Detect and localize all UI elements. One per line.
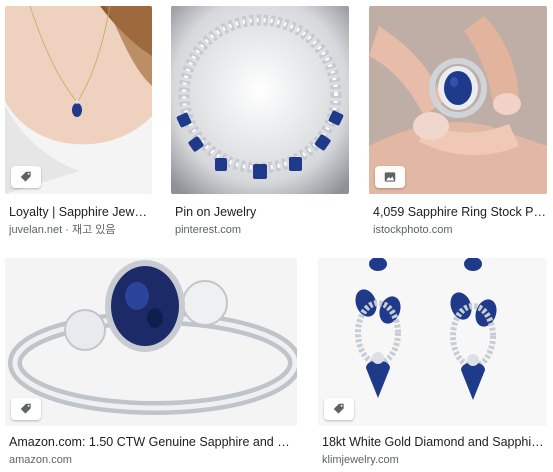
tag-icon — [20, 171, 31, 182]
image-result-card[interactable]: 4,059 Sapphire Ring Stock Photos ... ist… — [369, 6, 547, 241]
result-thumbnail[interactable] — [369, 6, 547, 194]
result-source: istockphoto.com — [373, 224, 453, 236]
result-source: pinterest.com — [175, 224, 242, 236]
result-source: juvelan.net · 재고 있음 — [9, 223, 152, 237]
tag-icon — [333, 403, 344, 414]
image-icon — [384, 172, 396, 182]
image-result-card[interactable]: Amazon.com: 1.50 CTW Genuine Sapphire an… — [5, 258, 297, 468]
stock-image-badge — [375, 166, 405, 188]
result-title[interactable]: 18kt White Gold Diamond and Sapphire Ear… — [322, 434, 547, 450]
image-result-card[interactable]: Pin on Jewelry pinterest.com — [171, 6, 349, 241]
result-title[interactable]: Pin on Jewelry — [175, 204, 349, 220]
result-thumbnail[interactable] — [5, 6, 152, 194]
image-result-card[interactable]: Loyalty | Sapphire Jewelry ... juvelan.n… — [5, 6, 152, 241]
tag-icon — [20, 403, 31, 414]
result-source: klimjewelry.com — [322, 454, 399, 466]
result-thumbnail[interactable] — [318, 258, 547, 426]
result-title[interactable]: Amazon.com: 1.50 CTW Genuine Sapphire an… — [9, 434, 297, 450]
shopping-tag-badge — [11, 398, 41, 420]
result-source-domain: juvelan.net — [9, 224, 63, 236]
image-result-card[interactable]: 18kt White Gold Diamond and Sapphire Ear… — [318, 258, 547, 468]
shopping-tag-badge — [11, 166, 41, 188]
result-title[interactable]: 4,059 Sapphire Ring Stock Photos ... — [373, 204, 547, 220]
stock-status: · 재고 있음 — [62, 224, 116, 236]
result-thumbnail[interactable] — [171, 6, 349, 194]
shopping-tag-badge — [324, 398, 354, 420]
result-title[interactable]: Loyalty | Sapphire Jewelry ... — [9, 204, 152, 220]
result-source: amazon.com — [9, 454, 72, 466]
result-thumbnail[interactable] — [5, 258, 297, 426]
